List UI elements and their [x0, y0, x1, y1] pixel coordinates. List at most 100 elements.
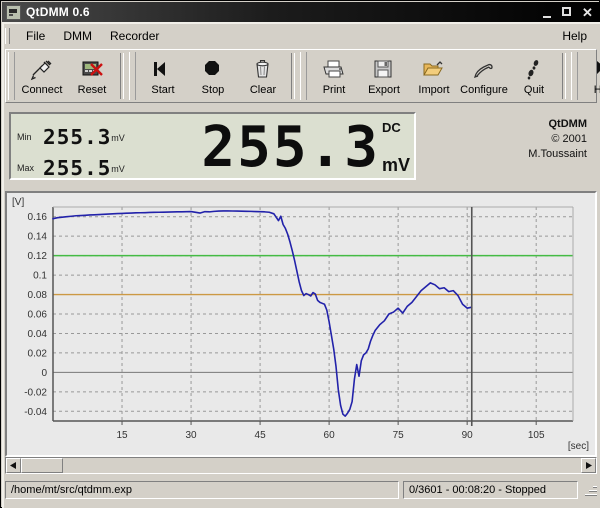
y-tick-label: 0.12 [28, 251, 48, 262]
start-icon [150, 58, 176, 82]
x-tick-label: 30 [185, 430, 197, 441]
whats-this-icon: ? [592, 58, 600, 82]
menu-help[interactable]: Help [562, 29, 597, 43]
max-label: Max [17, 163, 35, 173]
app-icon [6, 4, 21, 20]
start-label: Start [151, 84, 175, 96]
toolbar-separator-3 [562, 53, 566, 99]
unit-indicator: mV [381, 155, 410, 175]
start-button[interactable]: Start [138, 50, 188, 102]
clear-button[interactable]: Clear [238, 50, 288, 102]
y-axis-unit: [V] [12, 197, 25, 208]
brand-copyright: © 2001 [551, 133, 587, 145]
branding: QtDMM © 2001 M.Toussaint [467, 117, 587, 162]
quit-label: Quit [523, 84, 545, 96]
min-value: 255.3 [43, 125, 112, 149]
menu-file[interactable]: File [17, 27, 54, 45]
menu-recorder[interactable]: Recorder [101, 27, 168, 45]
menubar-drag-handle[interactable] [5, 28, 10, 44]
minimize-button[interactable] [541, 6, 554, 19]
stop-icon [200, 58, 226, 82]
resize-grip[interactable] [584, 484, 597, 497]
y-tick-label: 0.14 [28, 232, 48, 243]
reset-button[interactable]: Reset [67, 50, 117, 102]
floppy-icon [371, 58, 397, 82]
minmax-readouts: Min 255.3 mV Max 255.5 mV [17, 116, 177, 178]
scrollbar-thumb[interactable] [21, 458, 63, 473]
help-button[interactable]: ? Help [580, 50, 600, 102]
connect-label: Connect [21, 84, 63, 96]
x-tick-label: 45 [255, 430, 267, 441]
brand-author: M.Toussaint [528, 148, 587, 160]
display-area: Min 255.3 mV Max 255.5 mV 255.3 DC mV Qt [5, 109, 597, 187]
tool-bar: Connect Reset Start Stop Clear Print Exp… [5, 49, 600, 103]
y-tick-label: -0.04 [24, 407, 47, 418]
y-tick-label: 0.04 [28, 329, 48, 340]
y-tick-label: 0 [41, 368, 47, 379]
file-group: Print Export Import Configure Quit [309, 50, 559, 102]
main-units: DC mV [380, 120, 410, 176]
export-button[interactable]: Export [359, 50, 409, 102]
stop-button[interactable]: Stop [188, 50, 238, 102]
recorder-chart[interactable]: 0.16 0.14 0.12 0.1 0.08 0.06 0.04 0.02 0 -0.02 -0.… [5, 191, 597, 457]
folder-open-icon [421, 58, 447, 82]
quit-button[interactable]: Quit [509, 50, 559, 102]
qtdmm-window: QtDMM 0.6 ✕ File DMM Recorder Help Conne… [0, 0, 600, 508]
window-controls: ✕ [541, 6, 600, 19]
y-tick-label: 0.1 [33, 271, 47, 282]
y-tick-label: -0.02 [24, 387, 47, 398]
print-button[interactable]: Print [309, 50, 359, 102]
min-row: Min 255.3 mV [17, 116, 177, 147]
close-button[interactable]: ✕ [581, 6, 594, 19]
export-label: Export [368, 84, 400, 96]
x-tick-label: 15 [116, 430, 128, 441]
lcd-display: Min 255.3 mV Max 255.5 mV 255.3 DC mV [9, 112, 416, 180]
maximize-button[interactable] [561, 6, 574, 19]
reset-icon [79, 58, 105, 82]
menu-bar: File DMM Recorder Help [5, 25, 597, 47]
x-axis-unit: [sec] [567, 441, 589, 452]
scrollbar-track[interactable] [63, 458, 581, 473]
title-bar[interactable]: QtDMM 0.6 ✕ [2, 2, 600, 22]
toolbar-separator-2 [291, 53, 295, 99]
y-tick-label: 0.08 [28, 290, 48, 301]
x-tick-label: 90 [462, 430, 474, 441]
toolbar-drag-handle[interactable] [8, 52, 15, 100]
printer-icon [321, 58, 347, 82]
y-tick-label: 0.02 [28, 348, 48, 359]
trash-icon [250, 58, 276, 82]
x-tick-label: 75 [393, 430, 405, 441]
print-label: Print [322, 84, 346, 96]
toolbar-drag-handle-2[interactable] [129, 52, 136, 100]
stop-label: Stop [201, 84, 225, 96]
min-label: Min [17, 132, 32, 142]
chart-scrollbar[interactable] [5, 457, 597, 474]
status-recording: 0/3601 - 00:08:20 - Stopped [403, 481, 578, 499]
y-tick-label: 0.16 [28, 212, 48, 223]
max-row: Max 255.5 mV [17, 147, 177, 178]
toolbar-drag-handle-3[interactable] [300, 52, 307, 100]
chart-canvas: 0.16 0.14 0.12 0.1 0.08 0.06 0.04 0.02 0 -0.02 -0.… [24, 206, 574, 441]
import-button[interactable]: Import [409, 50, 459, 102]
max-value: 255.5 [43, 156, 112, 180]
scroll-right-icon[interactable] [581, 458, 596, 473]
toolbar-separator-1 [120, 53, 124, 99]
plug-icon [29, 58, 55, 82]
status-path: /home/mt/src/qtdmm.exp [5, 481, 399, 499]
help-label: Help [593, 84, 600, 96]
recorder-group: Start Stop Clear [138, 50, 288, 102]
main-value: 255.3 [201, 115, 380, 180]
main-readout: 255.3 DC mV [201, 114, 410, 180]
mode-indicator: DC [381, 120, 401, 135]
configure-button[interactable]: Configure [459, 50, 509, 102]
clear-label: Clear [249, 84, 277, 96]
menu-dmm[interactable]: DMM [54, 27, 101, 45]
y-tick-label: 0.06 [28, 310, 48, 321]
scroll-left-icon[interactable] [6, 458, 21, 473]
x-tick-label: 105 [528, 430, 545, 441]
connect-button[interactable]: Connect [17, 50, 67, 102]
toolbar-drag-handle-4[interactable] [571, 52, 578, 100]
status-bar: /home/mt/src/qtdmm.exp 0/3601 - 00:08:20… [5, 479, 597, 501]
wrench-icon [471, 58, 497, 82]
footprints-icon [521, 58, 547, 82]
